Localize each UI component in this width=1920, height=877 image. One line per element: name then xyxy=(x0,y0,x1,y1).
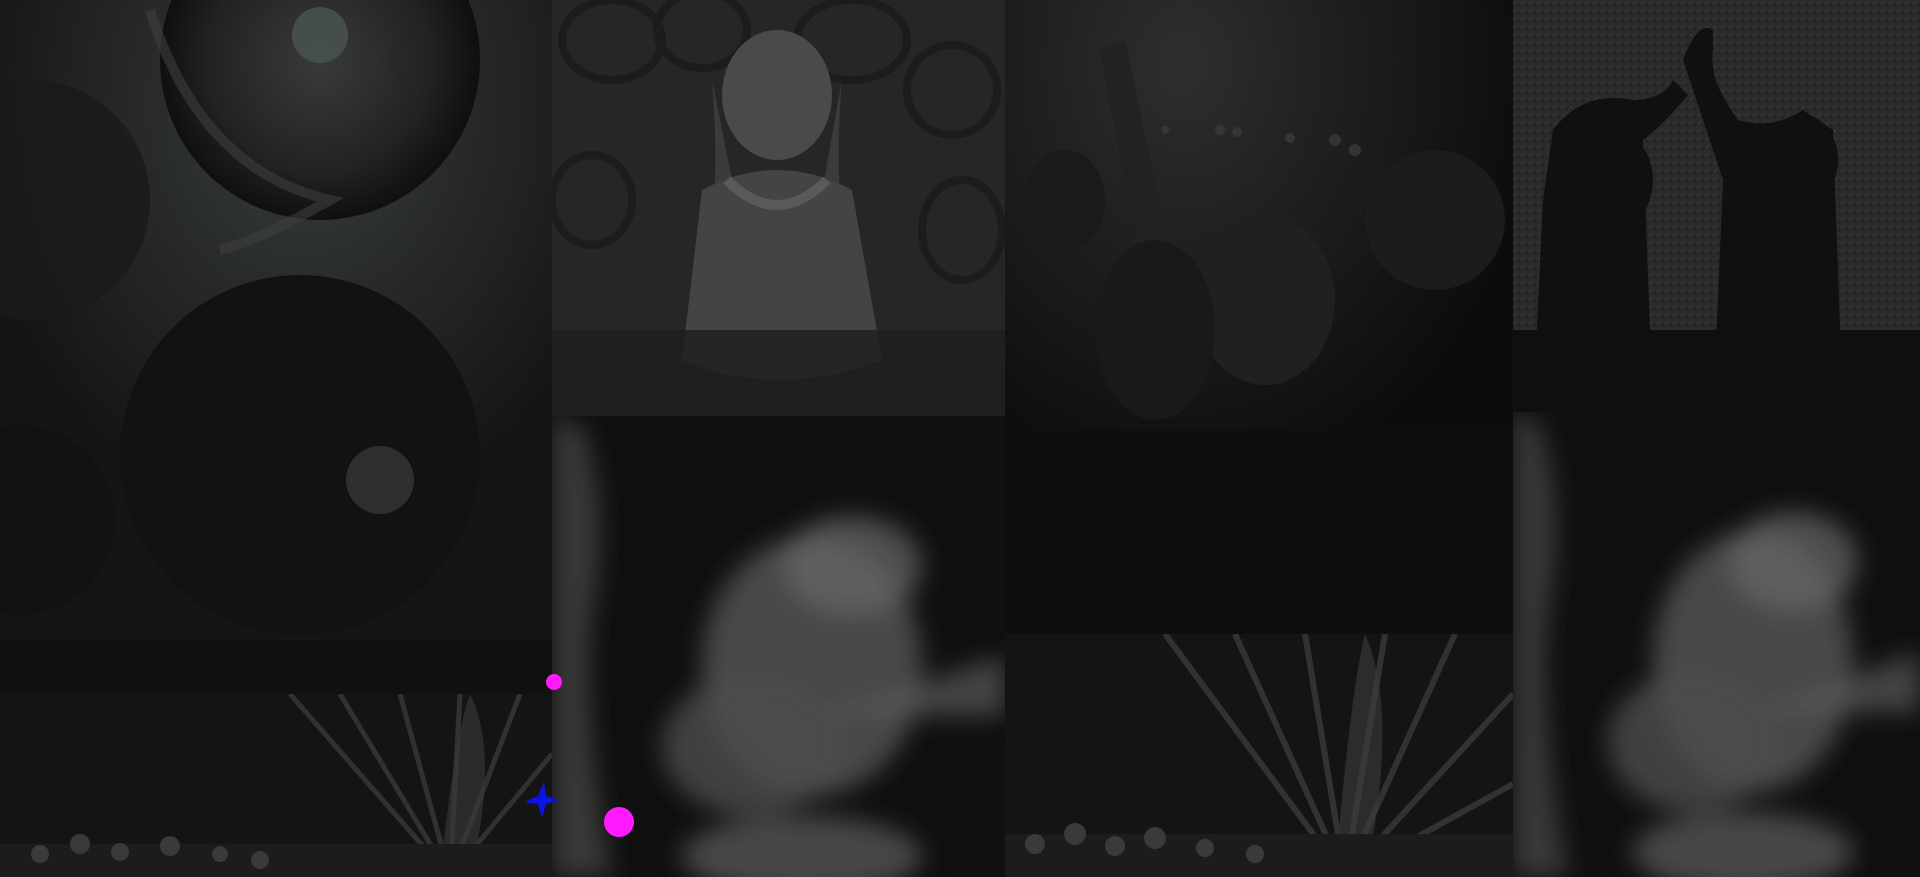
gallery-tile-blurred-dancer-2[interactable] xyxy=(1513,412,1920,877)
cursor-dot-icon xyxy=(546,674,562,690)
photo-silhouettes-dancing-icon xyxy=(1513,0,1920,412)
gallery-tile-concert-lights-2[interactable] xyxy=(1005,634,1513,877)
gallery-tile-dancers-flowers[interactable] xyxy=(0,0,552,694)
photo-gallery xyxy=(0,0,1920,877)
sparkle-star-icon xyxy=(524,782,560,818)
photo-concert-stage-lights-icon xyxy=(0,694,552,877)
gallery-tile-concert-lights[interactable] xyxy=(0,694,552,877)
photo-dancers-flower-costumes-icon xyxy=(0,0,552,694)
photo-crowd-raised-arm-icon xyxy=(1005,0,1513,634)
photo-child-dancing-beads-icon xyxy=(552,0,1005,416)
photo-blurred-dancer-motion-icon xyxy=(1513,412,1920,877)
photo-concert-stage-lights-icon xyxy=(1005,634,1513,877)
gallery-tile-crowd-raised-arm[interactable] xyxy=(1005,0,1513,634)
gallery-tile-child-dancing[interactable] xyxy=(552,0,1005,416)
cursor-dot-icon xyxy=(604,807,634,837)
gallery-tile-silhouettes[interactable] xyxy=(1513,0,1920,412)
